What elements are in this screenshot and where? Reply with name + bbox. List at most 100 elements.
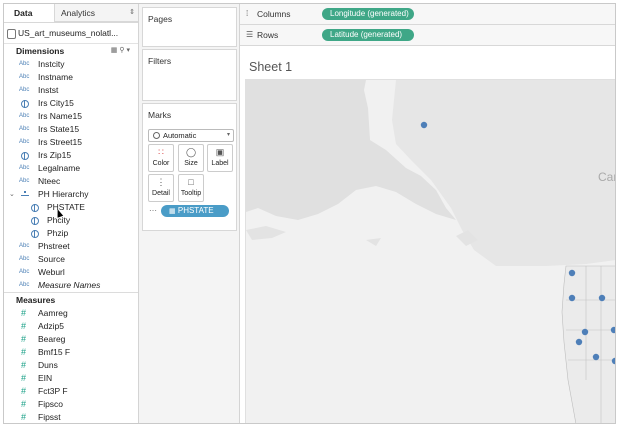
mark-type-value: Automatic (163, 131, 197, 140)
map-point[interactable] (598, 294, 606, 302)
abc-string-icon: Abc (19, 269, 30, 275)
measure-number-icon: # (21, 373, 27, 383)
measure-field-label: Fipsst (38, 412, 61, 422)
tab-analytics[interactable]: Analytics ⇕ (55, 4, 138, 22)
dimension-field-label: Instst (38, 85, 59, 95)
dimension-field[interactable]: PHSTATE (4, 201, 138, 214)
dimensions-list: Abc Instcity Abc Instname Abc Instst Irs City1… (4, 58, 138, 292)
tooltip-button[interactable]: □ Tooltip (178, 174, 204, 202)
measure-field-label: Bmf15 F (38, 347, 71, 357)
view-area: ⁞ Columns Longitude (generated) ☰ Rows L… (240, 4, 615, 423)
measure-field[interactable]: # Beareg (4, 333, 138, 346)
mark-type-select[interactable]: Automatic ▾ (148, 129, 234, 142)
abc-string-icon: Abc (19, 74, 30, 80)
latitude-pill[interactable]: Latitude (generated) (322, 29, 414, 41)
map-point[interactable] (568, 269, 576, 277)
dimension-field[interactable]: Abc Nteec (4, 175, 138, 188)
measure-number-icon: # (21, 360, 27, 370)
islands (246, 226, 478, 246)
tooltip-icon: □ (188, 177, 194, 187)
color-button[interactable]: ∷ Color (148, 144, 174, 172)
dimension-field[interactable]: Abc Phstreet (4, 240, 138, 253)
dimension-field[interactable]: Abc Measure Names (4, 279, 138, 292)
dimension-field-label: Irs Name15 (38, 111, 82, 121)
measure-field-label: Fipsco (38, 399, 64, 409)
dimension-field-label: Instcity (38, 59, 65, 69)
dimension-field-label: Weburl (38, 267, 65, 277)
data-pane: Data Analytics ⇕ US_art_museums_nolatl...… (4, 4, 139, 423)
dimension-field[interactable]: Abc Weburl (4, 266, 138, 279)
measure-field[interactable]: # Fipsst (4, 411, 138, 423)
globe-icon (31, 204, 39, 212)
tab-data[interactable]: Data (4, 4, 55, 22)
measure-field-label: Duns (38, 360, 58, 370)
abc-string-icon: Abc (19, 165, 30, 171)
tableau-window: Data Analytics ⇕ US_art_museums_nolatl...… (3, 3, 616, 424)
measure-field-label: Aamreg (38, 308, 68, 318)
measure-field[interactable]: # Duns (4, 359, 138, 372)
dimension-field[interactable]: Abc Source (4, 253, 138, 266)
dimensions-title: Dimensions (16, 46, 65, 56)
filters-card[interactable]: Filters (142, 49, 237, 101)
measure-field[interactable]: # Bmf15 F (4, 346, 138, 359)
expand-chevron-icon[interactable]: ⌄ (9, 188, 15, 201)
map-point[interactable] (568, 294, 576, 302)
measure-field[interactable]: # Aamreg (4, 307, 138, 320)
color-dots-icon: ∷ (158, 147, 164, 157)
abc-string-icon: Abc (19, 256, 30, 262)
size-button[interactable]: ◯ Size (178, 144, 204, 172)
longitude-pill[interactable]: Longitude (generated) (322, 8, 414, 20)
dimension-field[interactable]: Abc Instcity (4, 58, 138, 71)
dimension-field[interactable]: Abc Irs State15 (4, 123, 138, 136)
data-source[interactable]: US_art_museums_nolatl... (4, 23, 138, 44)
map-view[interactable]: Can (245, 79, 615, 423)
abc-string-icon: Abc (19, 282, 30, 288)
measure-number-icon: # (21, 412, 27, 422)
dimension-field[interactable]: Abc Legalname (4, 162, 138, 175)
measure-field[interactable]: # Adzip5 (4, 320, 138, 333)
cards-column: Pages Filters Marks Automatic ▾ ∷ Color … (139, 4, 240, 423)
columns-shelf[interactable]: ⁞ Columns Longitude (generated) (240, 4, 615, 25)
measure-field[interactable]: # Fct3P F (4, 385, 138, 398)
chevron-updown-icon: ⇕ (129, 9, 135, 16)
dimension-field[interactable]: Abc Irs Name15 (4, 110, 138, 123)
abc-string-icon: Abc (19, 87, 30, 93)
dimension-field[interactable]: Irs Zip15 (4, 149, 138, 162)
dimension-field-label: Legalname (38, 163, 81, 173)
dimension-field[interactable]: ⌄ PH Hierarchy (4, 188, 138, 201)
dimension-field[interactable]: Phzip (4, 227, 138, 240)
sheet-title: Sheet 1 (249, 60, 293, 74)
dimension-field-label: Irs City15 (38, 98, 74, 108)
measure-field[interactable]: # EIN (4, 372, 138, 385)
map-point[interactable] (581, 328, 589, 336)
dimension-field-label: Measure Names (38, 280, 101, 290)
detail-button[interactable]: ⋮ Detail (148, 174, 174, 202)
dimension-field[interactable]: Phcity (4, 214, 138, 227)
rows-shelf[interactable]: ☰ Rows Latitude (generated) (240, 25, 615, 46)
label-button[interactable]: ▣ Label (207, 144, 233, 172)
measure-number-icon: # (21, 334, 27, 344)
dimension-field[interactable]: Abc Instst (4, 84, 138, 97)
dimension-field[interactable]: Abc Irs Street15 (4, 136, 138, 149)
phstate-detail-pill[interactable]: ▦ PHSTATE (161, 205, 229, 217)
filters-title: Filters (148, 56, 172, 66)
tooltip-label: Tooltip (180, 190, 202, 197)
dimension-field[interactable]: Irs City15 (4, 97, 138, 110)
chevron-down-icon[interactable]: ▾ (126, 47, 132, 54)
globe-icon (21, 100, 29, 108)
label-label: Label (211, 160, 229, 167)
map-point[interactable] (592, 353, 600, 361)
measures-header: Measures (4, 293, 138, 307)
map-point[interactable] (420, 121, 428, 129)
measure-field[interactable]: # Fipsco (4, 398, 138, 411)
detail-dots-small-icon: ⋯ (149, 206, 157, 215)
globe-small-icon: ▦ (169, 208, 176, 215)
dimensions-tools[interactable]: ▦⚲▾ (111, 44, 132, 58)
pages-card[interactable]: Pages (142, 7, 237, 47)
abc-string-icon: Abc (19, 113, 30, 119)
measure-field-label: Fct3P F (38, 386, 68, 396)
dimension-field[interactable]: Abc Instname (4, 71, 138, 84)
measure-field-label: Beareg (38, 334, 66, 344)
map-point[interactable] (575, 338, 583, 346)
data-source-name: US_art_museums_nolatl... (18, 28, 119, 38)
